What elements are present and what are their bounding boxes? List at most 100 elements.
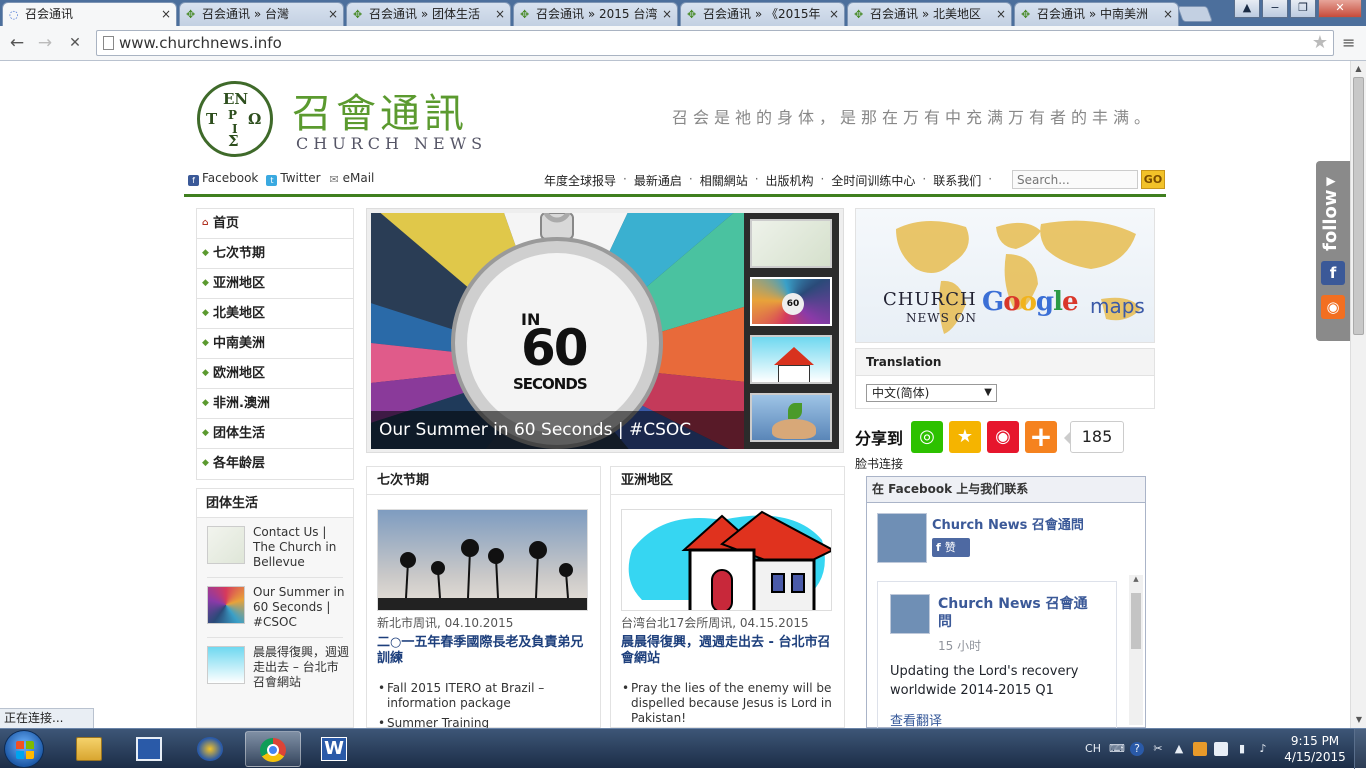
twitter-link[interactable]: t Twitter [266, 171, 321, 186]
list-item[interactable]: Our Summer in 60 Seconds | #CSOC [207, 578, 344, 638]
sidebar-item-home[interactable]: ⌂ 首页 [197, 209, 353, 239]
church-news-avatar[interactable] [877, 513, 927, 563]
user-button[interactable]: ▲ [1234, 0, 1260, 18]
list-item-title[interactable]: Our Summer in 60 Seconds | #CSOC [253, 585, 349, 630]
back-button[interactable]: ← [6, 33, 28, 53]
tab-close-icon[interactable]: × [495, 3, 505, 25]
page-scrollbar[interactable]: ▲ ▼ [1350, 61, 1366, 728]
site-title-cn[interactable]: 召會通訊 [292, 81, 468, 139]
post-title-link[interactable]: 晨晨得復興，週週走出去 - 台北市召會網站 [621, 635, 836, 667]
email-link[interactable]: ✉ eMail [329, 171, 375, 186]
chrome-menu-icon[interactable]: ≡ [1342, 34, 1358, 52]
list-item[interactable]: Contact Us | The Church in Bellevue [207, 518, 343, 578]
section-title[interactable]: 亚洲地区 [611, 467, 844, 495]
search-go-button[interactable]: GO [1141, 170, 1165, 189]
tab-2015-report[interactable]: ✥ 召会通讯 » 《2015年 × [680, 2, 845, 26]
topnav-related-sites[interactable]: 相關網站 [700, 172, 748, 189]
close-window-button[interactable]: ✕ [1318, 0, 1362, 18]
tab-latin-america[interactable]: ✥ 召会通讯 » 中南美洲 × [1014, 2, 1179, 26]
address-bar[interactable]: ★ [96, 30, 1334, 56]
list-item[interactable]: 晨晨得復興，週週走出去 – 台北市召會網站 [207, 638, 349, 698]
help-icon[interactable]: ? [1130, 742, 1144, 756]
list-item-title[interactable]: 晨晨得復興，週週走出去 – 台北市召會網站 [253, 645, 349, 690]
google-maps-banner[interactable]: CHURCH NEWS ON Google maps [855, 208, 1155, 343]
sidebar-item-age-groups[interactable]: ◆ 各年龄层 [197, 449, 353, 479]
tab-close-icon[interactable]: × [328, 3, 338, 25]
scroll-up-icon[interactable]: ▲ [1129, 575, 1143, 583]
facebook-page-name[interactable]: Church News 召會通問 [932, 514, 1084, 533]
keyboard-icon[interactable]: ⌨ [1109, 742, 1125, 756]
more-share-icon[interactable]: + [1025, 421, 1057, 453]
taskbar-file-explorer[interactable] [62, 731, 118, 767]
related-link[interactable]: Summer Training [377, 716, 592, 728]
facebook-like-button[interactable]: f赞 [932, 538, 970, 557]
see-translation-link[interactable]: 查看翻译 [890, 710, 942, 728]
facebook-follow-icon[interactable]: f [1321, 261, 1345, 285]
tab-close-icon[interactable]: × [161, 3, 171, 25]
site-search-input[interactable] [1012, 170, 1138, 189]
slider-thumb-church[interactable] [750, 335, 832, 384]
topnav-contact-us[interactable]: 联系我们 [933, 172, 981, 189]
sidebar-item-africa-australia[interactable]: ◆ 非洲.澳洲 [197, 389, 353, 419]
minimize-button[interactable]: − [1262, 0, 1288, 18]
language-indicator[interactable]: CH [1084, 742, 1102, 756]
sidebar-item-seven-feasts[interactable]: ◆ 七次节期 [197, 239, 353, 269]
start-button[interactable] [4, 730, 44, 768]
tab-churchnews-active[interactable]: ◌ 召会通讯 × [2, 2, 177, 26]
tools-icon[interactable]: ✂ [1151, 742, 1165, 756]
restore-button[interactable]: ❐ [1290, 0, 1316, 18]
sidebar-item-north-america[interactable]: ◆ 北美地区 [197, 299, 353, 329]
scroll-down-icon[interactable]: ▼ [1351, 712, 1366, 728]
post-title-link[interactable]: 二○一五年春季國際長老及負責弟兄訓練 [377, 635, 592, 667]
topnav-annual-reports[interactable]: 年度全球报导 [544, 172, 616, 189]
sidebar-item-asia[interactable]: ◆ 亚洲地区 [197, 269, 353, 299]
slider-thumb-plant[interactable] [750, 393, 832, 442]
sidebar-item-europe[interactable]: ◆ 欧洲地区 [197, 359, 353, 389]
app-tray-icon[interactable] [1193, 742, 1207, 756]
facebook-link[interactable]: f Facebook [188, 171, 258, 186]
forward-button[interactable]: → [34, 33, 56, 53]
show-hidden-icons[interactable]: ▲ [1172, 742, 1186, 756]
facebook-feed-scrollbar[interactable]: ▲ [1129, 575, 1143, 725]
taskbar-tiles-app[interactable] [122, 731, 178, 767]
slider-thumb-stopwatch[interactable]: 60 [750, 277, 832, 326]
rss-icon[interactable]: ◉ [1321, 295, 1345, 319]
tab-2015-taiwan[interactable]: ✥ 召会通讯 » 2015 台湾 × [513, 2, 678, 26]
language-select[interactable]: 中文(简体) ▼ [866, 384, 997, 402]
sidebar-item-latin-america[interactable]: ◆ 中南美洲 [197, 329, 353, 359]
new-tab-button[interactable] [1177, 6, 1213, 22]
tab-close-icon[interactable]: × [829, 3, 839, 25]
topnav-publishers[interactable]: 出版机构 [766, 172, 814, 189]
stop-loading-button[interactable]: ✕ [64, 33, 86, 53]
related-link[interactable]: Fall 2015 ITERO at Brazil – information … [377, 681, 592, 711]
taskbar-wps-writer[interactable]: W [307, 731, 363, 767]
url-input[interactable] [119, 33, 1299, 53]
featured-slide[interactable]: IN 60 SECONDS Our Summer in 60 Seconds |… [371, 213, 744, 449]
wechat-icon[interactable]: ◎ [911, 421, 943, 453]
taskbar-media-player[interactable] [183, 731, 239, 767]
tab-close-icon[interactable]: × [1163, 3, 1173, 25]
church-news-seal-logo[interactable]: EN T Ω P I Σ [197, 81, 273, 157]
topnav-latest-notices[interactable]: 最新通启 [634, 172, 682, 189]
tab-close-icon[interactable]: × [662, 3, 672, 25]
scroll-thumb[interactable] [1131, 593, 1141, 649]
network-icon[interactable]: ▮ [1235, 742, 1249, 756]
volume-icon[interactable]: ♪ [1256, 742, 1270, 756]
site-title-en[interactable]: CHURCH NEWS [296, 134, 487, 153]
taskbar-chrome[interactable] [245, 731, 301, 767]
church-cartoon-image[interactable] [621, 509, 832, 611]
tab-close-icon[interactable]: × [996, 3, 1006, 25]
post-page-name[interactable]: Church News 召會通問 [938, 595, 1088, 631]
follow-label[interactable]: follow◀ [1320, 173, 1348, 253]
slide-caption[interactable]: Our Summer in 60 Seconds | #CSOC [371, 411, 744, 449]
palm-trees-image[interactable] [377, 509, 588, 611]
post-timestamp[interactable]: 15 小时 [938, 637, 981, 654]
related-link[interactable]: Pray the lies of the enemy will be dispe… [621, 681, 836, 726]
weibo-icon[interactable]: ◉ [987, 421, 1019, 453]
tab-group-life[interactable]: ✥ 召会通讯 » 团体生活 × [346, 2, 511, 26]
show-desktop-button[interactable] [1354, 729, 1366, 769]
action-center-icon[interactable] [1214, 742, 1228, 756]
scroll-thumb[interactable] [1353, 77, 1364, 335]
slider-thumb-map[interactable] [750, 219, 832, 268]
section-title[interactable]: 七次节期 [367, 467, 600, 495]
